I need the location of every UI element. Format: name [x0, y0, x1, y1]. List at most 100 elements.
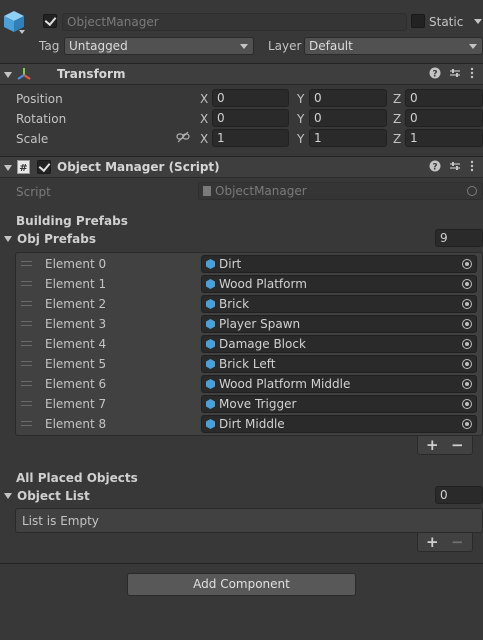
scale-z-field[interactable]: 1 [405, 129, 483, 147]
object-list-size-field[interactable]: 0 [435, 486, 483, 504]
element-label: Element 0 [45, 257, 107, 271]
scale-z-axis[interactable]: Z [393, 132, 401, 146]
component-separator [0, 563, 483, 564]
element-label: Element 7 [45, 397, 107, 411]
gameobject-name-field[interactable]: ObjectManager [62, 13, 407, 31]
static-dropdown-arrow[interactable] [474, 19, 482, 24]
gameobject-icon[interactable] [3, 10, 25, 34]
position-y-axis[interactable]: Y [297, 92, 304, 106]
rotation-z-axis[interactable]: Z [393, 112, 401, 126]
object-picker-icon[interactable] [462, 259, 472, 269]
add-component-button[interactable]: Add Component [127, 573, 356, 596]
element-value: Wood Platform Middle [219, 377, 351, 391]
object-picker-icon[interactable] [462, 299, 472, 309]
position-x-field[interactable]: 0 [212, 89, 289, 107]
svg-text:?: ? [432, 163, 437, 173]
drag-handle-icon[interactable] [21, 261, 32, 266]
object-list-foldout[interactable]: Object List [0, 487, 430, 505]
kebab-menu-icon[interactable] [470, 160, 474, 175]
rotation-x-field[interactable]: 0 [212, 109, 289, 127]
layer-dropdown[interactable]: Default [304, 37, 483, 55]
svg-text:?: ? [432, 70, 437, 80]
rotation-y-field[interactable]: 0 [309, 109, 387, 127]
element-object-field[interactable]: Move Trigger [201, 395, 477, 413]
obj-prefabs-size-field[interactable]: 9 [435, 229, 483, 247]
object-picker-icon[interactable] [462, 399, 472, 409]
presets-icon[interactable] [449, 67, 461, 82]
foldout-arrow-icon[interactable] [4, 72, 12, 78]
svg-text:#: # [19, 163, 27, 174]
prefab-icon [206, 279, 215, 289]
element-label: Element 3 [45, 317, 107, 331]
rotation-x-axis[interactable]: X [200, 112, 208, 126]
drag-handle-icon[interactable] [21, 381, 32, 386]
prefab-icon [206, 339, 215, 349]
scale-x-field[interactable]: 1 [212, 129, 289, 147]
scale-label: Scale [16, 132, 49, 146]
element-object-field[interactable]: Brick [201, 295, 477, 313]
drag-handle-icon[interactable] [21, 321, 32, 326]
element-object-field[interactable]: Wood Platform [201, 275, 477, 293]
kebab-menu-icon[interactable] [470, 67, 474, 82]
object-picker-icon[interactable] [462, 319, 472, 329]
element-object-field[interactable]: Wood Platform Middle [201, 375, 477, 393]
object-picker-icon[interactable] [462, 339, 472, 349]
element-value: Player Spawn [219, 317, 301, 331]
element-value: Dirt [219, 257, 242, 271]
element-object-field[interactable]: Damage Block [201, 335, 477, 353]
object-picker-icon[interactable] [462, 379, 472, 389]
building-prefabs-header: Building Prefabs [16, 214, 128, 228]
help-icon[interactable]: ? [429, 67, 441, 82]
element-value: Brick [219, 297, 250, 311]
remove-element-button[interactable]: − [451, 436, 464, 454]
object-picker-icon[interactable] [462, 279, 472, 289]
rotation-y-axis[interactable]: Y [297, 112, 304, 126]
element-object-field[interactable]: Dirt [201, 255, 477, 273]
object-picker-icon[interactable] [462, 359, 472, 369]
element-object-field[interactable]: Dirt Middle [201, 415, 477, 433]
position-y-field[interactable]: 0 [309, 89, 387, 107]
foldout-arrow-icon[interactable] [4, 493, 12, 499]
script-enabled-toggle[interactable] [37, 160, 51, 174]
drag-handle-icon[interactable] [21, 361, 32, 366]
help-icon[interactable]: ? [429, 160, 441, 175]
add-element-button[interactable]: + [426, 436, 439, 454]
drag-handle-icon[interactable] [21, 301, 32, 306]
static-toggle[interactable] [411, 14, 425, 28]
tag-label: Tag [39, 39, 60, 53]
script-file-icon [203, 186, 211, 196]
position-z-field[interactable]: 0 [405, 89, 483, 107]
prefab-icon [206, 379, 215, 389]
foldout-arrow-icon[interactable] [4, 236, 12, 242]
csharp-script-icon: # [17, 160, 30, 174]
element-value: Dirt Middle [219, 417, 285, 431]
scale-y-field[interactable]: 1 [309, 129, 387, 147]
constrain-proportions-icon[interactable] [176, 131, 190, 143]
prefab-icon [206, 299, 215, 309]
add-element-button[interactable]: + [426, 533, 439, 551]
prefab-icon [206, 259, 215, 269]
drag-handle-icon[interactable] [21, 281, 32, 286]
foldout-arrow-icon[interactable] [4, 165, 12, 171]
obj-prefabs-foldout[interactable]: Obj Prefabs [0, 230, 430, 248]
static-label: Static [429, 15, 464, 29]
scale-x-axis[interactable]: X [200, 132, 208, 146]
object-picker-icon[interactable] [462, 419, 472, 429]
tag-dropdown[interactable]: Untagged [64, 37, 254, 55]
drag-handle-icon[interactable] [21, 401, 32, 406]
active-toggle[interactable] [43, 14, 57, 28]
element-label: Element 5 [45, 357, 107, 371]
element-object-field[interactable]: Player Spawn [201, 315, 477, 333]
element-object-field[interactable]: Brick Left [201, 355, 477, 373]
position-z-axis[interactable]: Z [393, 92, 401, 106]
position-x-axis[interactable]: X [200, 92, 208, 106]
presets-icon[interactable] [449, 160, 461, 175]
element-value: Wood Platform [219, 277, 307, 291]
drag-handle-icon[interactable] [21, 341, 32, 346]
scale-y-axis[interactable]: Y [297, 132, 304, 146]
script-component-header[interactable]: # Object Manager (Script) ? [0, 156, 483, 178]
transform-header[interactable]: Transform ? [0, 63, 483, 85]
element-value: Brick Left [219, 357, 276, 371]
drag-handle-icon[interactable] [21, 421, 32, 426]
rotation-z-field[interactable]: 0 [405, 109, 483, 127]
